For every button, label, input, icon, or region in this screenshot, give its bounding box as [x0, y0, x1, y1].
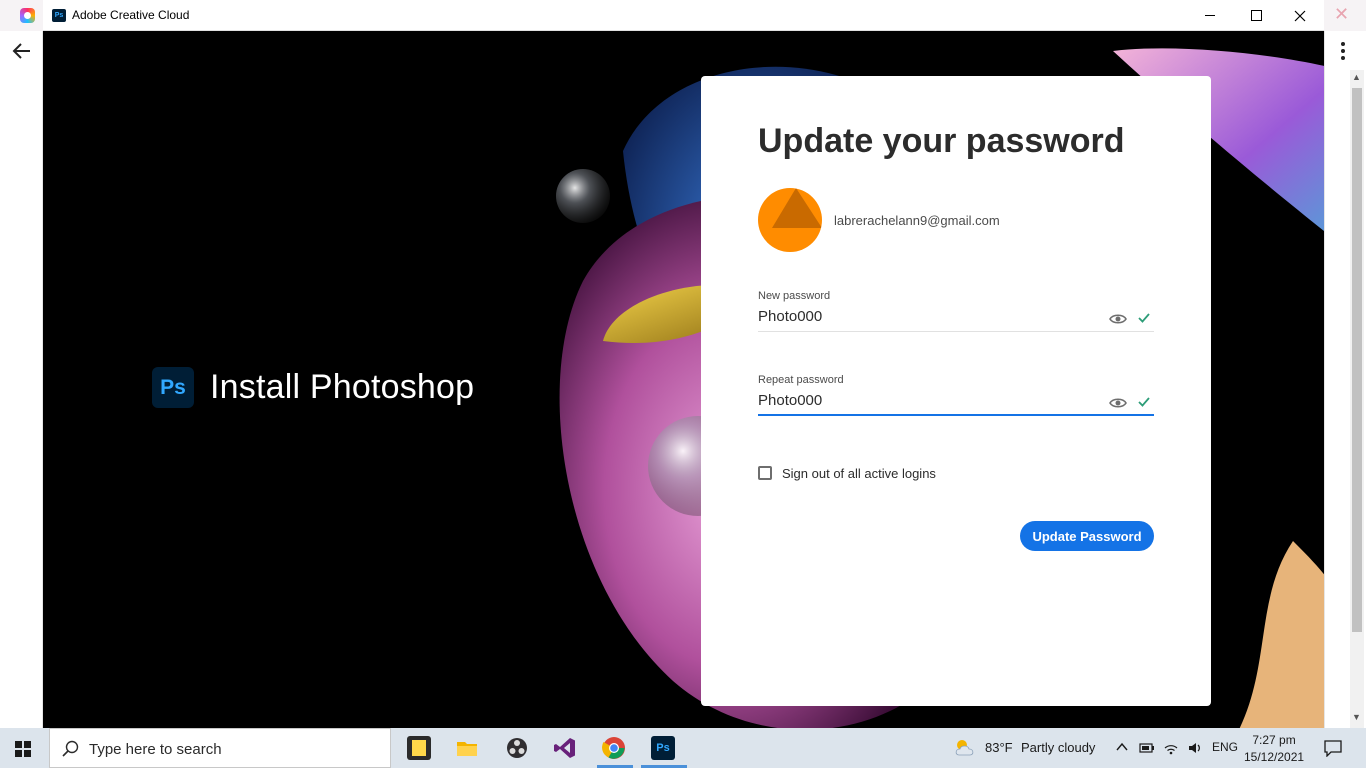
- avatar: [758, 188, 822, 252]
- outer-left-gutter: [0, 0, 43, 728]
- show-password-icon[interactable]: [1109, 313, 1127, 325]
- valid-check-icon: [1138, 313, 1150, 323]
- photoshop-logo: Ps: [152, 367, 194, 408]
- photoshop-taskbar-icon[interactable]: Ps: [651, 736, 675, 760]
- weather-temperature[interactable]: 83°F: [985, 740, 1013, 755]
- maximize-button[interactable]: [1233, 0, 1279, 31]
- outer-tab-strip: [0, 0, 43, 31]
- minimize-icon: [1205, 15, 1215, 16]
- scroll-up-icon[interactable]: ▲: [1352, 72, 1361, 82]
- update-password-button[interactable]: Update Password: [1020, 521, 1154, 551]
- weather-condition[interactable]: Partly cloudy: [1021, 740, 1095, 755]
- repeat-password-label: Repeat password: [758, 374, 844, 386]
- repeat-password-field[interactable]: [758, 386, 1154, 416]
- file-explorer-icon[interactable]: [455, 736, 479, 760]
- chevron-up-icon[interactable]: [1116, 742, 1128, 752]
- back-arrow-icon[interactable]: [11, 40, 33, 62]
- install-branding: Ps Install Photoshop: [152, 367, 474, 408]
- obs-icon[interactable]: [505, 736, 529, 760]
- photoshop-small-icon: Ps: [52, 9, 66, 22]
- install-screen: Ps Install Photoshop Update your passwor…: [43, 31, 1324, 728]
- new-password-label: New password: [758, 290, 831, 302]
- window-title: Adobe Creative Cloud: [72, 8, 190, 22]
- search-placeholder: Type here to search: [89, 741, 222, 758]
- weather-icon[interactable]: [953, 738, 977, 758]
- chrome-icon[interactable]: [602, 736, 626, 760]
- battery-icon[interactable]: [1139, 740, 1155, 756]
- update-password-card: Update your password labrerachelann9@gma…: [701, 76, 1211, 706]
- language-indicator[interactable]: ENG: [1212, 740, 1238, 754]
- visual-studio-icon[interactable]: [553, 736, 577, 760]
- creative-cloud-icon: [20, 8, 35, 23]
- scrollbar-thumb[interactable]: [1352, 88, 1362, 632]
- avatar-shape-icon: [772, 188, 822, 228]
- new-password-field[interactable]: [758, 302, 1154, 332]
- account-email: labrerachelann9@gmail.com: [834, 213, 1000, 228]
- more-options-icon[interactable]: [1340, 42, 1346, 62]
- install-title: Install Photoshop: [210, 368, 475, 406]
- volume-icon[interactable]: [1187, 740, 1203, 756]
- windows-start-button[interactable]: [15, 741, 31, 757]
- minimize-button[interactable]: [1187, 0, 1233, 31]
- card-title: Update your password: [758, 122, 1125, 160]
- taskbar-search[interactable]: Type here to search: [49, 728, 391, 768]
- search-icon: [62, 740, 79, 757]
- clock-time: 7:27 pm: [1252, 733, 1296, 747]
- sign-out-label[interactable]: Sign out of all active logins: [782, 466, 936, 481]
- maximize-icon: [1250, 10, 1262, 21]
- sign-out-checkbox[interactable]: [758, 466, 772, 480]
- sticky-notes-icon[interactable]: [407, 736, 431, 760]
- window-titlebar: Ps Adobe Creative Cloud: [43, 0, 1324, 31]
- outer-close-icon[interactable]: ✕: [1334, 4, 1349, 25]
- notifications-icon[interactable]: [1324, 739, 1342, 757]
- repeat-valid-check-icon: [1138, 397, 1150, 407]
- clock[interactable]: 7:27 pm 15/12/2021: [1244, 732, 1304, 766]
- close-button[interactable]: [1277, 0, 1323, 31]
- clock-date: 15/12/2021: [1244, 750, 1305, 764]
- show-repeat-password-icon[interactable]: [1109, 397, 1127, 409]
- close-icon: [1294, 10, 1306, 21]
- wifi-icon[interactable]: [1163, 740, 1179, 756]
- taskbar: Type here to search Ps 83°F Partly cloud…: [0, 728, 1366, 768]
- scroll-down-icon[interactable]: ▼: [1352, 712, 1361, 722]
